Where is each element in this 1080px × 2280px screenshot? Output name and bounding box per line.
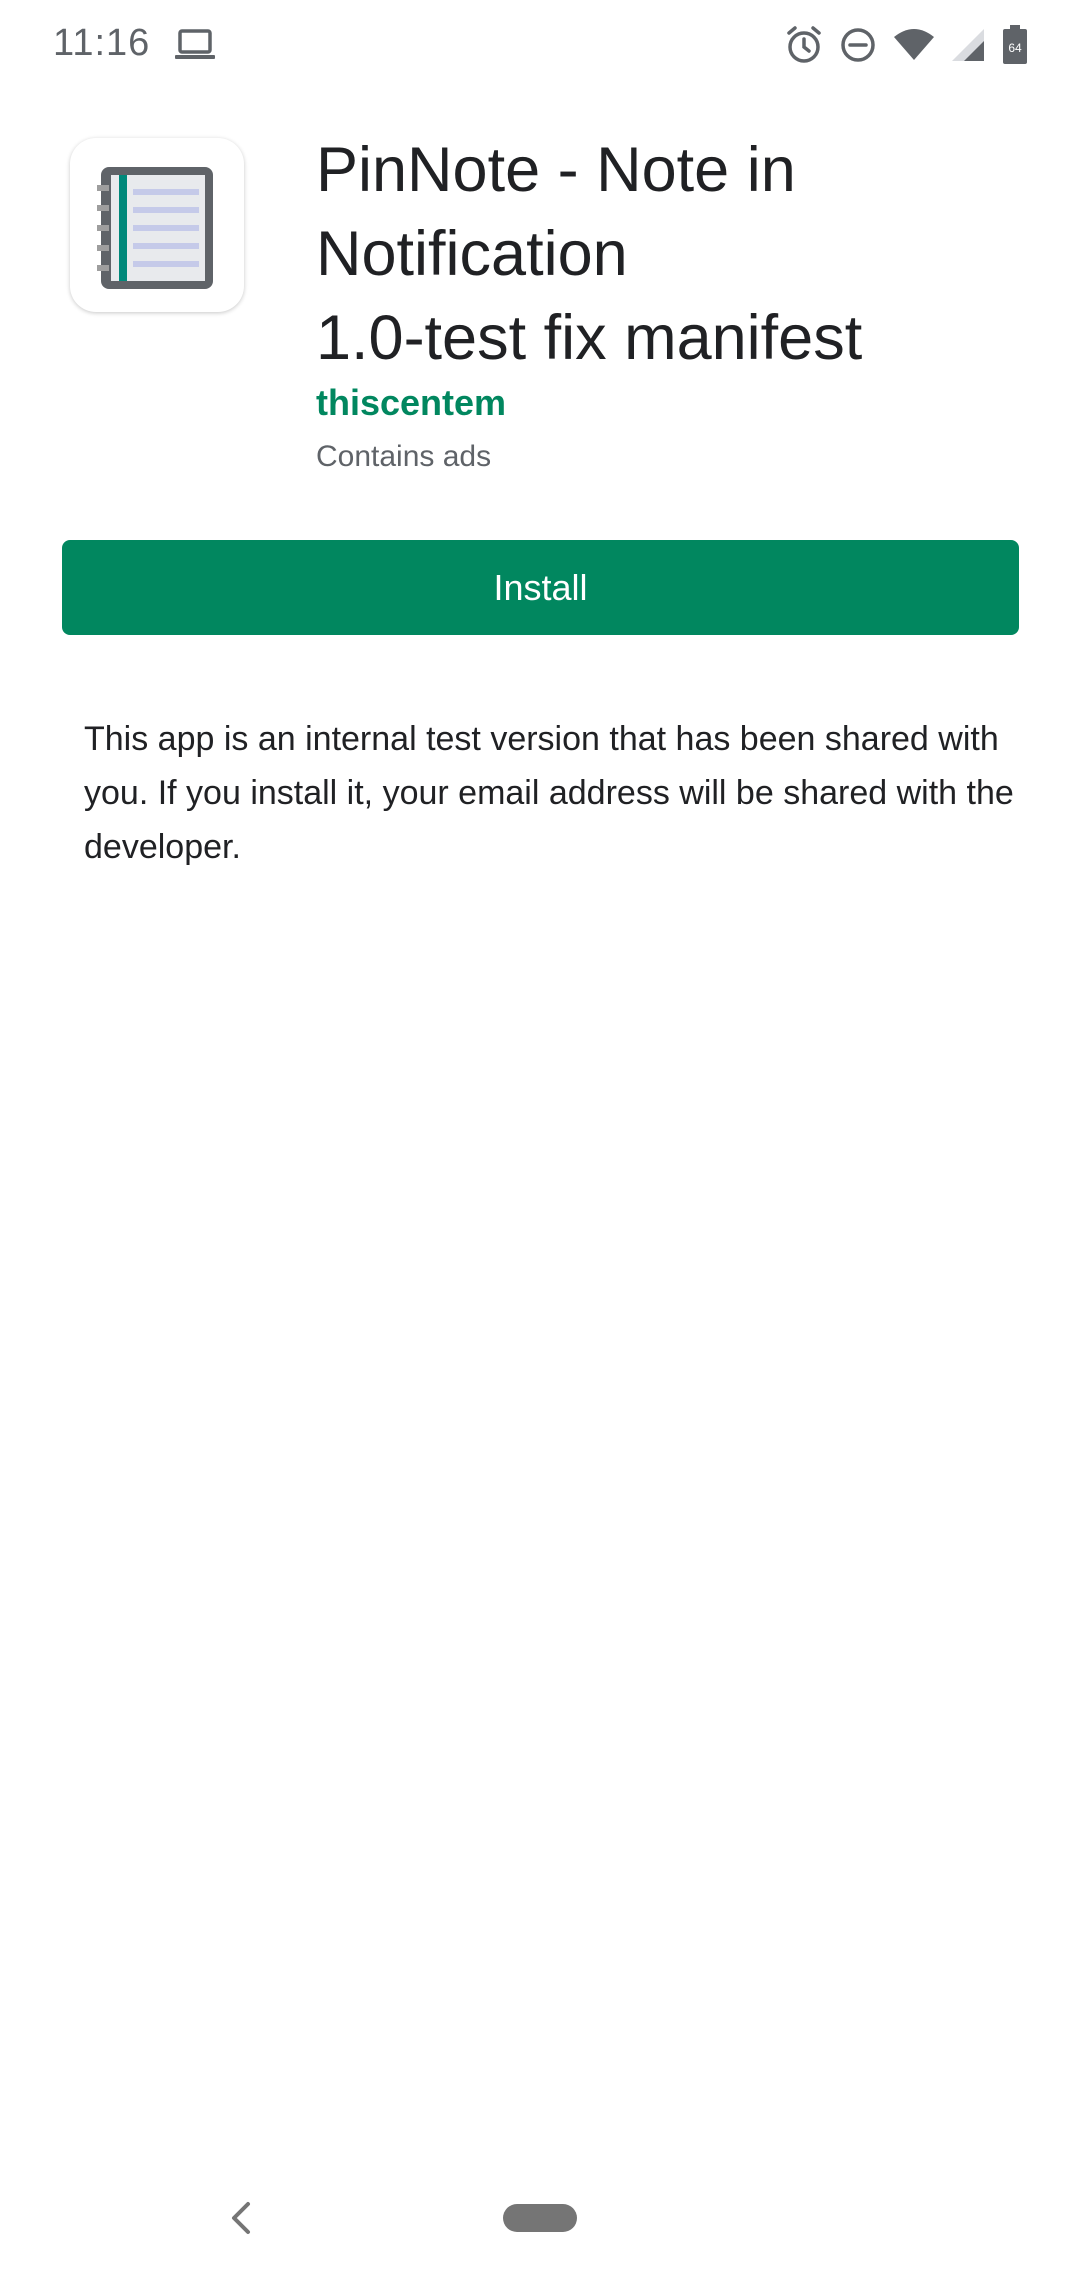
app-title-line: 1.0-test fix manifest — [316, 303, 863, 373]
app-title: PinNote - Note in Notification 1.0-test … — [316, 128, 1036, 380]
signal-icon — [952, 29, 984, 61]
app-title-line: PinNote - Note in — [316, 135, 796, 205]
contains-ads-label: Contains ads — [316, 440, 492, 473]
app-title-line: Notification — [316, 219, 628, 289]
home-pill[interactable] — [503, 2204, 577, 2232]
internal-test-notice: This app is an internal test version tha… — [84, 720, 1014, 866]
app-icon — [70, 138, 244, 312]
status-time: 11:16 — [53, 22, 151, 64]
developer-link[interactable]: thiscentem — [316, 382, 506, 424]
alarm-icon — [786, 26, 822, 64]
install-button[interactable]: Install — [62, 540, 1019, 635]
battery-level: 64 — [1008, 41, 1022, 55]
notebook-icon — [97, 167, 213, 289]
status-bar: 11:16 64 — [0, 0, 1080, 90]
do-not-disturb-icon — [840, 27, 876, 63]
status-icons: 64 — [786, 24, 1028, 66]
back-icon[interactable] — [222, 2196, 262, 2240]
laptop-icon — [175, 28, 215, 62]
battery-icon: 64 — [1002, 25, 1028, 65]
wifi-icon — [894, 29, 934, 61]
